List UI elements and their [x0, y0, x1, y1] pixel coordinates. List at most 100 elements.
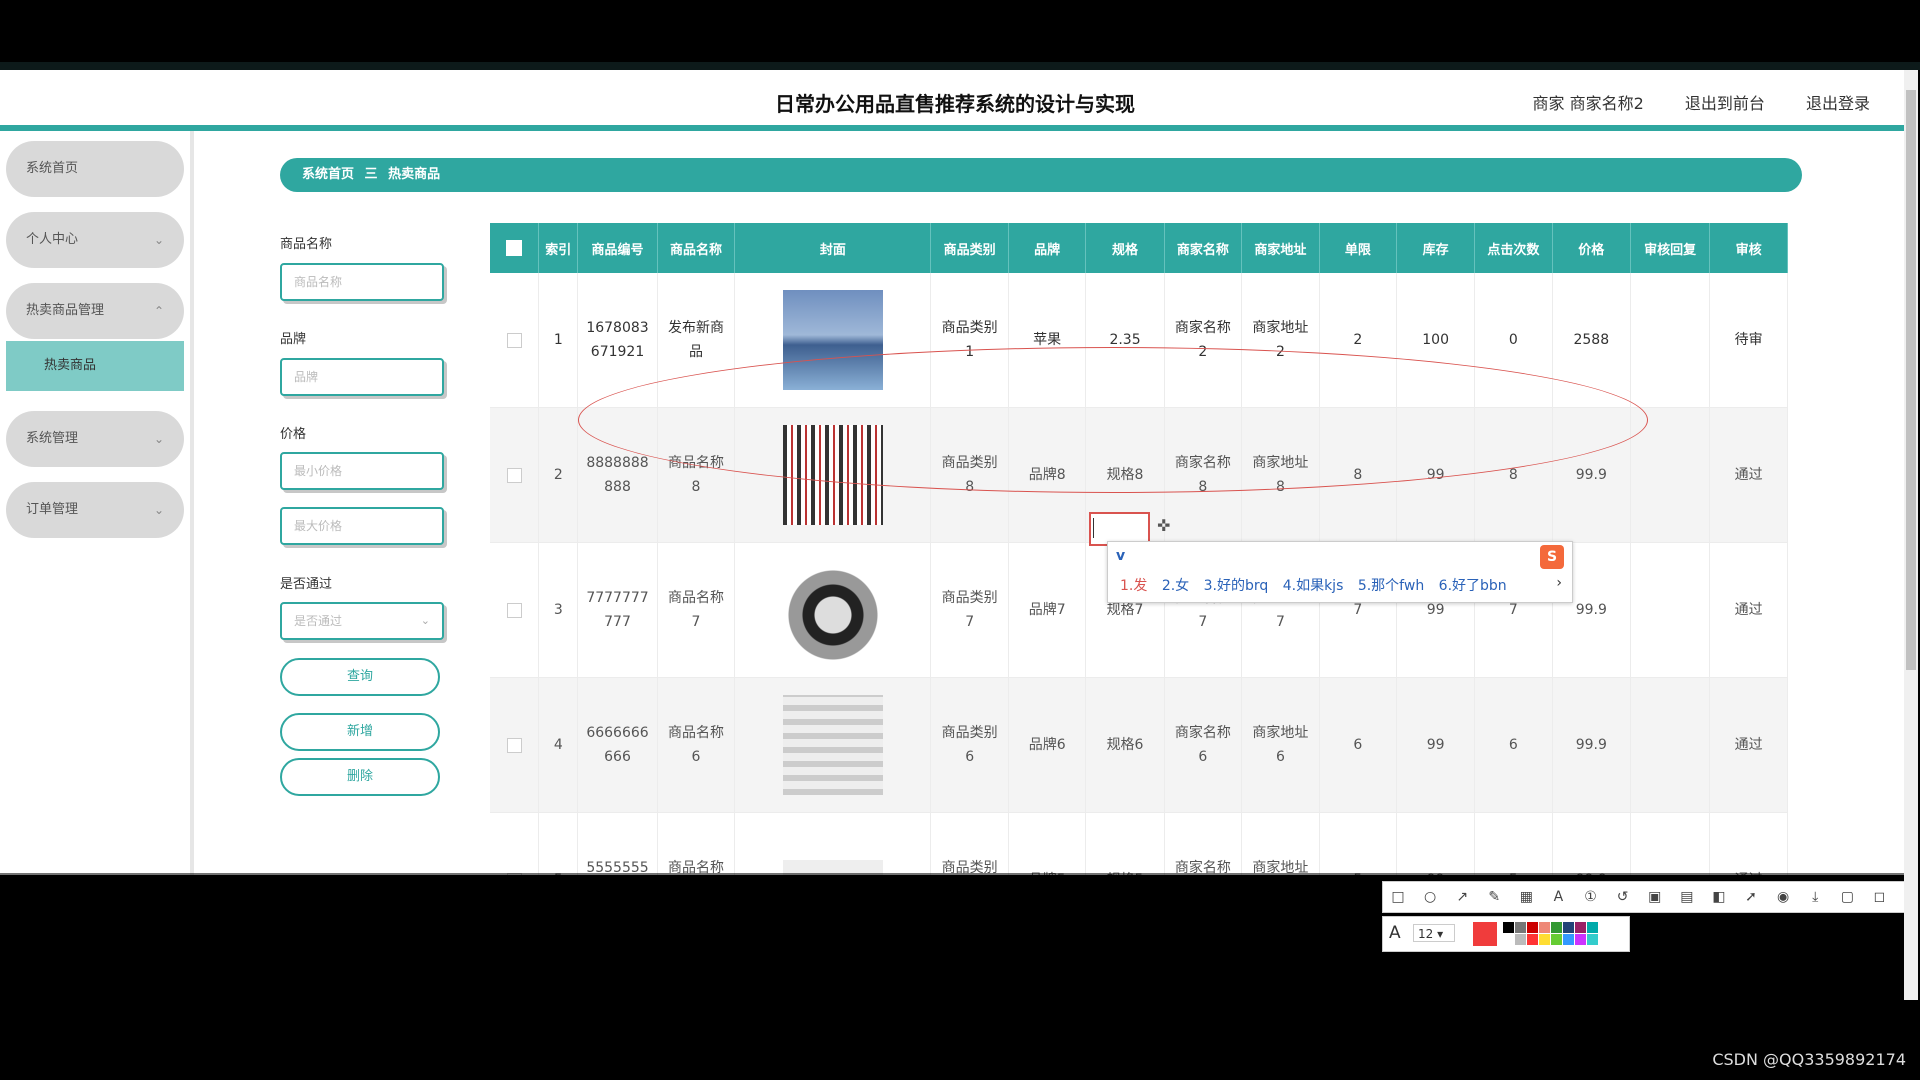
color-swatch[interactable] [1551, 934, 1562, 945]
ocr-icon[interactable]: ▣ [1643, 882, 1667, 912]
move-handle-icon[interactable]: ✜ [1157, 516, 1170, 535]
brand-input[interactable]: 品牌 [280, 358, 444, 396]
pen-tool-icon[interactable]: ✎ [1482, 882, 1506, 912]
cell: 99 [1396, 812, 1476, 875]
translate-icon[interactable]: ▤ [1675, 882, 1699, 912]
long-screenshot-icon[interactable]: ◧ [1707, 882, 1731, 912]
ime-typed-text: v [1116, 548, 1126, 564]
cell: 7777777 777 [577, 542, 658, 678]
mosaic-tool-icon[interactable]: ▦ [1514, 882, 1538, 912]
col-header: 单限 [1319, 223, 1398, 273]
max-price-input[interactable]: 最大价格 [280, 507, 444, 545]
cell-index: 2 [538, 407, 579, 543]
select-all-checkbox[interactable] [490, 223, 540, 273]
row-checkbox[interactable] [490, 407, 540, 543]
ime-candidate[interactable]: 4.如果kjs [1283, 578, 1344, 594]
col-header: 封面 [734, 223, 932, 273]
ime-candidate[interactable]: 3.好的brq [1204, 578, 1269, 594]
row-checkbox[interactable] [490, 812, 540, 875]
color-swatch[interactable] [1515, 934, 1526, 945]
col-header: 商家名称 [1164, 223, 1243, 273]
download-icon[interactable]: ⤓ [1803, 882, 1827, 912]
cell-index: 5 [538, 812, 579, 875]
cell: 通过 [1709, 677, 1788, 813]
sidebar-item-hot-goods[interactable]: 热卖商品管理 ⌃ [6, 283, 184, 339]
cell-index: 4 [538, 677, 579, 813]
color-swatch[interactable] [1515, 922, 1526, 933]
color-swatch[interactable] [1587, 934, 1598, 945]
add-button[interactable]: 新增 [280, 713, 440, 751]
ime-candidate[interactable]: 2.女 [1162, 578, 1189, 594]
cell: 待审 [1709, 273, 1788, 408]
row-checkbox[interactable] [490, 677, 540, 813]
cell-cover [734, 812, 932, 875]
color-swatch[interactable] [1539, 934, 1550, 945]
logout-link[interactable]: 退出登录 [1806, 94, 1870, 113]
color-swatch[interactable] [1575, 934, 1586, 945]
min-price-input[interactable]: 最小价格 [280, 452, 444, 490]
sidebar-item-label: 订单管理 [26, 502, 79, 517]
watermark: CSDN @QQ3359892174 [1712, 1050, 1906, 1069]
breadcrumb-separator: 三 [364, 167, 378, 182]
merchant-label: 商家 商家名称2 [1532, 94, 1644, 113]
sidebar-item-label: 系统首页 [26, 161, 79, 176]
next-page-icon[interactable]: › [1556, 575, 1562, 591]
arrow-tool-icon[interactable]: ↗ [1450, 882, 1474, 912]
color-swatch[interactable] [1539, 922, 1550, 933]
color-swatch[interactable] [1563, 934, 1574, 945]
cell: 通过 [1709, 812, 1788, 875]
row-checkbox[interactable] [490, 542, 540, 678]
breadcrumb-current: 热卖商品 [388, 167, 441, 182]
cell: 品牌6 [1008, 677, 1087, 813]
col-header: 库存 [1396, 223, 1476, 273]
color-swatch[interactable] [1587, 922, 1598, 933]
name-input[interactable]: 商品名称 [280, 263, 444, 301]
query-button[interactable]: 查询 [280, 658, 440, 696]
cover-image [782, 560, 883, 660]
color-swatch[interactable] [1527, 922, 1538, 933]
color-swatch[interactable] [1503, 922, 1514, 933]
sidebar-item-personal[interactable]: 个人中心 ⌄ [6, 212, 184, 268]
save-icon[interactable]: ▢ [1835, 882, 1859, 912]
sidebar-item-orders[interactable]: 订单管理 ⌄ [6, 482, 184, 538]
ime-candidate[interactable]: 6.好了bbn [1439, 578, 1507, 594]
cell: 商品类别 6 [930, 677, 1009, 813]
sidebar-subitem-hot-goods[interactable]: 热卖商品 [6, 341, 184, 391]
bookmark-icon[interactable]: ◻ [1867, 882, 1891, 912]
pass-select[interactable]: 是否通过 ⌄ [280, 602, 444, 640]
cell: 规格6 [1085, 677, 1165, 813]
sidebar-item-system[interactable]: 系统管理 ⌄ [6, 411, 184, 467]
window-top-strip [0, 62, 1920, 70]
record-icon[interactable]: ◉ [1771, 882, 1795, 912]
font-size-select[interactable]: 12 ▾ [1413, 924, 1455, 942]
color-swatch[interactable] [1551, 922, 1562, 933]
cell [1630, 812, 1711, 875]
annotation-ellipse [578, 347, 1648, 493]
col-header: 审核回复 [1630, 223, 1711, 273]
color-swatch[interactable] [1503, 934, 1514, 945]
font-icon: A [1389, 923, 1401, 943]
number-tool-icon[interactable]: ① [1579, 882, 1603, 912]
cell [1630, 273, 1711, 408]
scrollbar-thumb[interactable] [1906, 90, 1916, 670]
sidebar-item-home[interactable]: 系统首页 [6, 141, 184, 197]
back-to-front-link[interactable]: 退出到前台 [1685, 94, 1765, 113]
col-header: 商品编号 [577, 223, 658, 273]
breadcrumb-home[interactable]: 系统首页 [302, 167, 354, 182]
col-header: 商家地址 [1241, 223, 1320, 273]
text-tool-icon[interactable]: A [1546, 882, 1570, 912]
ellipse-tool-icon[interactable]: ○ [1418, 882, 1442, 912]
cell: 商家名称5 [1164, 812, 1243, 875]
ime-candidate[interactable]: 1.发 [1120, 578, 1147, 594]
color-swatch[interactable] [1527, 934, 1538, 945]
row-checkbox[interactable] [490, 273, 540, 408]
rectangle-tool-icon[interactable]: □ [1386, 882, 1410, 912]
color-swatch[interactable] [1575, 922, 1586, 933]
ime-candidate[interactable]: 5.那个fwh [1358, 578, 1424, 594]
pin-icon[interactable]: ➚ [1739, 882, 1763, 912]
current-color-swatch[interactable] [1473, 922, 1497, 946]
undo-icon[interactable]: ↺ [1611, 882, 1635, 912]
name-label: 商品名称 [280, 237, 333, 252]
delete-button[interactable]: 删除 [280, 758, 440, 796]
color-swatch[interactable] [1563, 922, 1574, 933]
